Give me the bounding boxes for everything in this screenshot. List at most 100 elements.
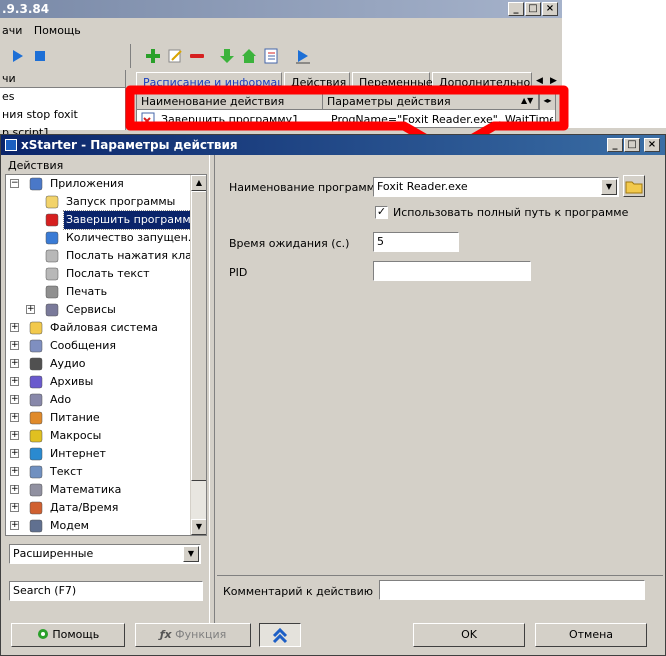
tree-item[interactable]: Завершить программу (6, 210, 201, 230)
tree-item-label: Ado (50, 393, 72, 406)
speaker-icon (28, 356, 44, 372)
tree-item-label: Аудио (50, 357, 86, 370)
filter-combo-value: Расширенные (13, 547, 94, 560)
dialog-minimize-button[interactable]: _ (607, 138, 623, 152)
tree-item[interactable]: + Математика (6, 481, 190, 499)
tree-item[interactable]: Послать нажатия кла... (6, 247, 202, 265)
expand-icon[interactable]: + (10, 485, 19, 494)
tree-item[interactable]: + Архивы (6, 373, 190, 391)
minimize-button[interactable]: _ (508, 2, 524, 16)
tree-item[interactable]: + Макросы (6, 427, 190, 445)
expand-icon[interactable]: + (10, 431, 19, 440)
scroll-thumb[interactable] (191, 191, 206, 481)
tree-item[interactable]: Послать текст (6, 265, 190, 283)
expand-icon[interactable]: + (26, 305, 35, 314)
desktop-area (562, 0, 666, 128)
expand-icon[interactable]: + (10, 467, 19, 476)
gears-icon (44, 302, 60, 318)
run-icon[interactable] (295, 48, 311, 64)
search-input[interactable]: Search (F7) (9, 581, 203, 601)
expand-icon[interactable]: + (10, 449, 19, 458)
window-close-icon (44, 212, 60, 228)
folder-icon (625, 181, 643, 194)
tree-item[interactable]: + Питание (6, 409, 190, 427)
edit-icon[interactable] (167, 48, 183, 64)
delete-icon[interactable] (189, 48, 205, 64)
browse-folder-button[interactable] (623, 175, 645, 197)
ok-button[interactable]: OK (413, 623, 525, 647)
tree-item[interactable]: + Интернет (6, 445, 190, 463)
expand-toggle-button[interactable] (259, 623, 301, 647)
filter-combo[interactable]: Расширенные ▼ (9, 544, 201, 564)
tree-item-label: Сервисы (66, 303, 116, 316)
function-button[interactable]: ƒx Функция (135, 623, 251, 647)
tree-item[interactable]: + Ado (6, 391, 190, 409)
program-name-combo[interactable]: Foxit Reader.exe ▼ (373, 177, 619, 197)
task-list-header: чи (0, 70, 125, 88)
panel-splitter[interactable] (209, 155, 215, 637)
close-button[interactable]: × (542, 2, 558, 16)
tree-item[interactable]: − Приложения (6, 175, 190, 193)
tree-item[interactable]: + Текст (6, 463, 190, 481)
chevron-down-icon[interactable]: ▼ (183, 546, 199, 562)
expand-icon[interactable]: + (10, 395, 19, 404)
full-path-checkbox[interactable]: ✓ (375, 206, 388, 219)
tree-item[interactable]: + Аудио (6, 355, 190, 373)
expand-icon[interactable]: + (10, 503, 19, 512)
expand-icon[interactable]: + (10, 413, 19, 422)
expand-icon[interactable]: + (10, 323, 19, 332)
move-down-icon[interactable] (219, 48, 235, 64)
function-button-label: Функция (175, 628, 227, 641)
expand-icon[interactable]: + (10, 341, 19, 350)
add-icon[interactable] (145, 48, 161, 64)
wait-time-input[interactable]: 5 (373, 232, 459, 252)
tree-item[interactable]: + Модем (6, 517, 190, 535)
tree-item[interactable]: Печать (6, 283, 190, 301)
list-item[interactable]: ния stop foxit (0, 106, 125, 124)
tree-scrollbar[interactable]: ▲ ▼ (190, 175, 206, 535)
checklist-icon[interactable] (263, 48, 279, 64)
expand-icon[interactable]: + (10, 521, 19, 530)
tree-item-label: Дата/Время (50, 501, 119, 514)
calendar-icon (28, 500, 44, 516)
messages-icon (28, 338, 44, 354)
tree-item[interactable]: + Сообщения (6, 337, 190, 355)
home-icon[interactable] (241, 48, 257, 64)
main-window-titlebar: .9.3.84 _ □ × (0, 0, 562, 18)
double-chevron-up-icon (272, 627, 288, 644)
play-icon[interactable] (10, 48, 26, 64)
tree-item-label: Послать текст (66, 267, 150, 280)
tree-item-label: Печать (66, 285, 108, 298)
tree-item[interactable]: + Файловая система (6, 319, 190, 337)
expand-icon[interactable]: + (10, 359, 19, 368)
tree-item[interactable]: + Сервисы (6, 301, 190, 319)
menu-help[interactable]: Помощь (32, 20, 87, 37)
tree-item-label: Текст (50, 465, 83, 478)
expand-icon[interactable]: + (10, 377, 19, 386)
pid-input[interactable] (373, 261, 531, 281)
comment-input[interactable] (379, 580, 645, 600)
tree-item-label: Файловая система (50, 321, 158, 334)
tree-item[interactable]: Запуск программы (6, 193, 190, 211)
tree-item[interactable]: Количество запущен... (6, 229, 198, 247)
cancel-button[interactable]: Отмена (535, 623, 647, 647)
chevron-down-icon[interactable]: ▼ (601, 179, 617, 195)
tree-item-label: Приложения (50, 177, 124, 190)
pid-label: PID (229, 266, 248, 279)
wait-time-label: Время ожидания (с.) (229, 237, 350, 250)
tree-item[interactable]: + Дата/Время (6, 499, 190, 517)
stop-icon[interactable] (32, 48, 48, 64)
maximize-button[interactable]: □ (525, 2, 541, 16)
tree-item-label: Сообщения (50, 339, 117, 352)
dialog-close-button[interactable]: × (644, 138, 660, 152)
main-menubar: ачи Помощь (0, 20, 562, 40)
menu-tasks[interactable]: ачи (0, 20, 28, 37)
tree-item-label: Питание (50, 411, 100, 424)
scroll-up-icon[interactable]: ▲ (191, 175, 206, 191)
scroll-down-icon[interactable]: ▼ (191, 519, 206, 535)
list-item[interactable]: es (0, 88, 125, 106)
dialog-maximize-button[interactable]: □ (624, 138, 640, 152)
collapse-icon[interactable]: − (10, 179, 19, 188)
main-window-title: .9.3.84 (2, 2, 50, 16)
help-button[interactable]: Помощь (11, 623, 125, 647)
